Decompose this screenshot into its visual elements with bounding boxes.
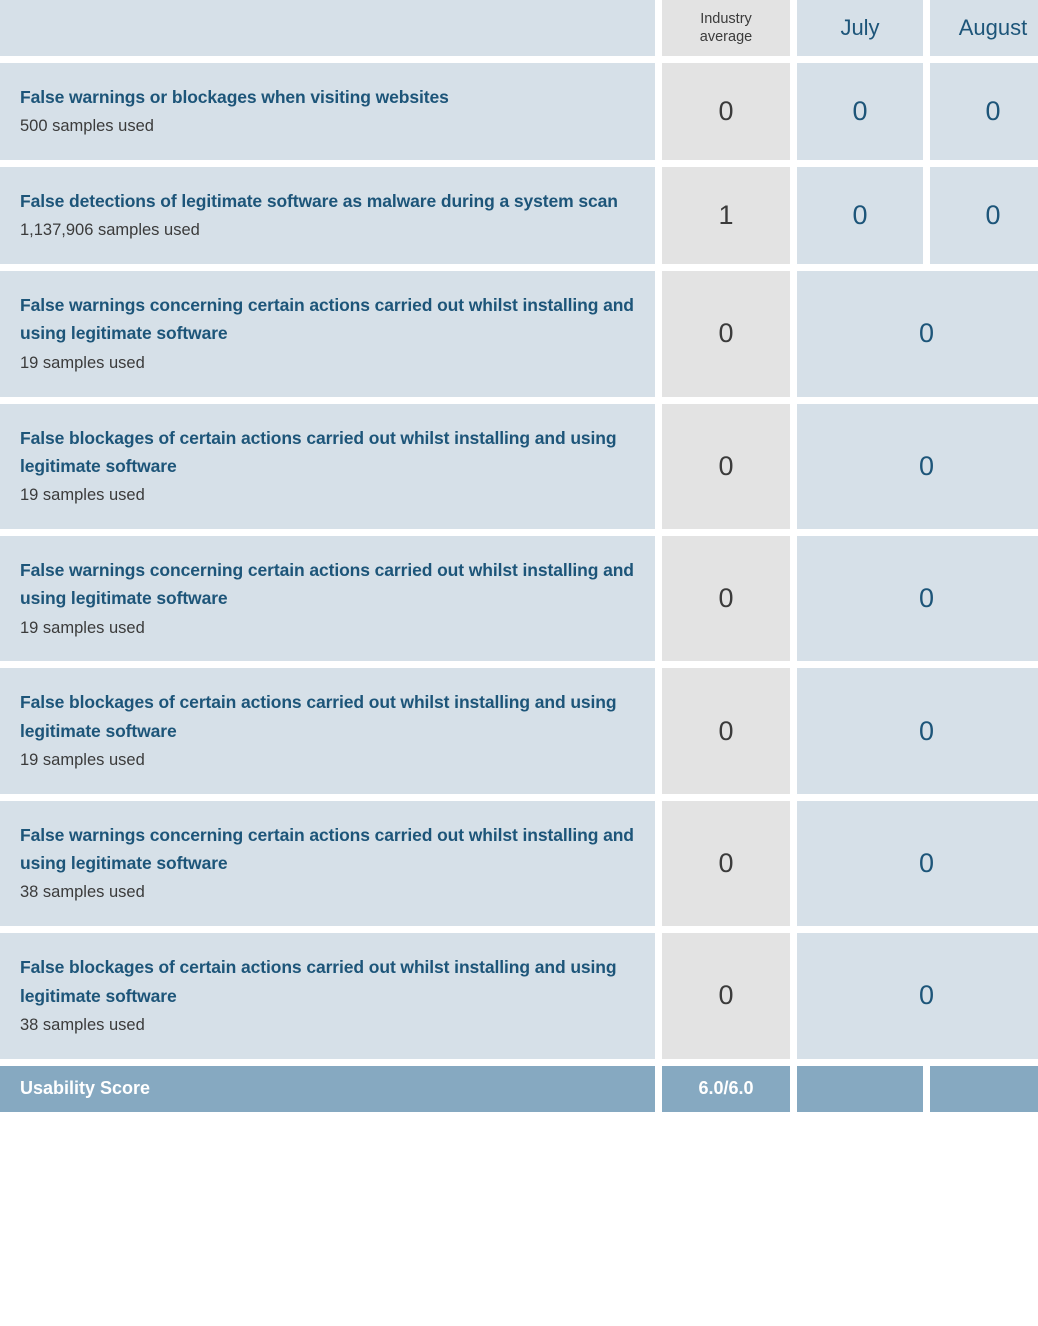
header-row: Industry average July August xyxy=(0,0,1038,56)
usability-score-value: 6.0/6.0 xyxy=(662,1065,790,1112)
industry-average-value: 0 xyxy=(662,271,790,397)
test-title: False blockages of certain actions carri… xyxy=(20,427,617,476)
test-title: False detections of legitimate software … xyxy=(20,191,618,212)
header-description-blank xyxy=(0,0,655,56)
samples-used: 19 samples used xyxy=(20,486,145,505)
table-row: False warnings concerning certain action… xyxy=(0,535,1038,662)
table-row: False detections of legitimate software … xyxy=(0,167,1038,265)
row-description-cell: False warnings or blockages when visitin… xyxy=(0,63,655,161)
months-merged-value: 0 xyxy=(797,933,1038,1059)
samples-used: 500 samples used xyxy=(20,117,154,136)
test-title: False warnings or blockages when visitin… xyxy=(20,87,449,107)
test-title: False warnings concerning certain action… xyxy=(20,559,634,609)
usability-results-table: Industry average July August False warni… xyxy=(0,0,1038,1119)
samples-used: 38 samples used xyxy=(20,883,145,902)
test-title: False blockages of certain actions carri… xyxy=(20,692,617,741)
industry-average-value: 0 xyxy=(662,800,790,927)
usability-score-pad-july xyxy=(797,1065,923,1112)
header-industry-average-line1: Industry xyxy=(700,10,752,27)
industry-average-value: 1 xyxy=(662,167,790,265)
usability-score-label: Usability Score xyxy=(0,1065,655,1112)
table-row: False blockages of certain actions carri… xyxy=(0,933,1038,1059)
months-merged-value: 0 xyxy=(797,535,1038,662)
industry-average-value: 0 xyxy=(662,403,790,529)
samples-used: 19 samples used xyxy=(20,751,145,770)
row-description-cell: False blockages of certain actions carri… xyxy=(0,668,655,794)
industry-average-value: 0 xyxy=(662,63,790,161)
row-description-cell: False warnings concerning certain action… xyxy=(0,535,655,662)
table-row: False warnings concerning certain action… xyxy=(0,271,1038,397)
header-industry-average: Industry average xyxy=(662,0,790,56)
table-row: False blockages of certain actions carri… xyxy=(0,403,1038,529)
test-title: False blockages of certain actions carri… xyxy=(20,957,617,1006)
august-value: 0 xyxy=(930,167,1038,265)
usability-score-row: Usability Score 6.0/6.0 xyxy=(0,1065,1038,1112)
header-july: July xyxy=(797,0,923,56)
months-merged-value: 0 xyxy=(797,800,1038,927)
industry-average-value: 0 xyxy=(662,933,790,1059)
row-description-cell: False blockages of certain actions carri… xyxy=(0,933,655,1059)
months-merged-value: 0 xyxy=(797,271,1038,397)
test-title: False warnings concerning certain action… xyxy=(20,824,634,874)
header-august: August xyxy=(930,0,1038,56)
industry-average-value: 0 xyxy=(662,535,790,662)
months-merged-value: 0 xyxy=(797,403,1038,529)
table-body: False warnings or blockages when visitin… xyxy=(0,63,1038,1112)
row-description-cell: False warnings concerning certain action… xyxy=(0,800,655,927)
july-value: 0 xyxy=(797,167,923,265)
row-description-cell: False warnings concerning certain action… xyxy=(0,271,655,397)
samples-used: 1,137,906 samples used xyxy=(20,221,200,240)
table-row: False warnings concerning certain action… xyxy=(0,800,1038,927)
table-row: False blockages of certain actions carri… xyxy=(0,668,1038,794)
august-value: 0 xyxy=(930,63,1038,161)
test-title: False warnings concerning certain action… xyxy=(20,295,634,344)
row-description-cell: False detections of legitimate software … xyxy=(0,167,655,265)
table-row: False warnings or blockages when visitin… xyxy=(0,63,1038,161)
samples-used: 19 samples used xyxy=(20,618,145,637)
header-industry-average-line2: average xyxy=(699,29,753,45)
row-description-cell: False blockages of certain actions carri… xyxy=(0,403,655,529)
july-value: 0 xyxy=(797,63,923,161)
months-merged-value: 0 xyxy=(797,668,1038,794)
samples-used: 38 samples used xyxy=(20,1015,145,1034)
table-header: Industry average July August xyxy=(0,0,1038,56)
samples-used: 19 samples used xyxy=(20,353,145,372)
usability-score-pad-august xyxy=(930,1065,1038,1112)
industry-average-value: 0 xyxy=(662,668,790,794)
